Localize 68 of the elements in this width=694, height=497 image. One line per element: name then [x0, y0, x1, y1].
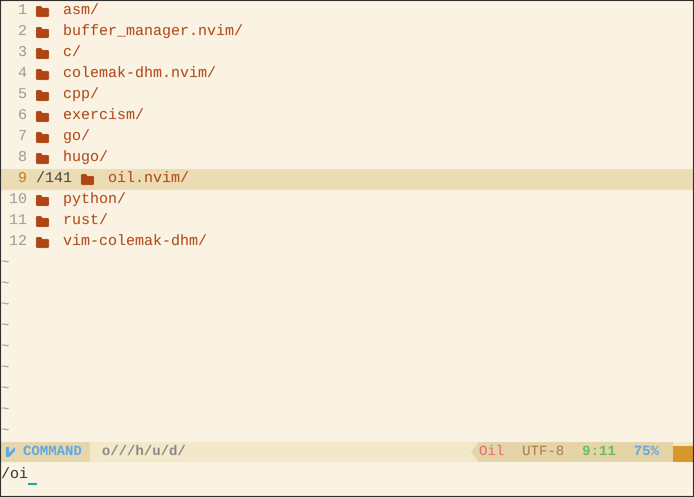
empty-line-marker: ~	[1, 422, 10, 441]
folder-name: vim-colemak-dhm/	[63, 232, 208, 252]
line-number: 8	[16, 148, 27, 168]
file-row[interactable]: 11 rust/	[1, 211, 693, 232]
line-number: 3	[16, 43, 27, 64]
empty-line-marker: ~	[1, 359, 10, 378]
file-row[interactable]: 7 go/	[1, 127, 693, 148]
folder-icon	[36, 153, 49, 164]
line-number: 7	[16, 127, 27, 148]
encoding-label: UTF-8	[522, 442, 564, 462]
file-row[interactable]: 4 colemak-dhm.nvim/	[1, 64, 693, 85]
folder-icon	[36, 69, 49, 80]
file-row[interactable]: 9 /141 oil.nvim/	[1, 169, 693, 190]
folder-name: colemak-dhm.nvim/	[63, 64, 216, 84]
empty-line-marker: ~	[1, 254, 10, 273]
line-number: 6	[16, 106, 27, 126]
empty-line-marker: ~	[1, 401, 10, 420]
folder-icon	[36, 216, 49, 227]
folder-name: c/	[63, 43, 82, 64]
folder-icon	[36, 237, 49, 248]
folder-icon	[36, 27, 49, 38]
empty-line-marker: ~	[1, 338, 10, 357]
line-number: 4	[16, 64, 27, 84]
folder-name: cpp/	[63, 85, 100, 106]
folder-name: buffer_manager.nvim/	[63, 22, 244, 42]
folder-icon	[36, 132, 49, 143]
file-row[interactable]: 10 python/	[1, 190, 693, 211]
line-number: 10	[8, 190, 27, 210]
folder-name: go/	[63, 127, 90, 148]
folder-icon	[36, 111, 49, 122]
command-input[interactable]: /oi	[1, 464, 28, 486]
line-number: 12	[8, 232, 27, 252]
folder-name: oil.nvim/	[108, 169, 190, 190]
file-row[interactable]: 6 exercism/	[1, 106, 693, 127]
check-icon	[5, 446, 17, 458]
scroll-indicator	[673, 446, 693, 462]
folder-name: rust/	[63, 211, 108, 232]
cursor-position: 9:11	[582, 442, 616, 462]
folder-icon	[36, 48, 49, 59]
empty-line-marker: ~	[1, 317, 10, 336]
file-row[interactable]: 2 buffer_manager.nvim/	[1, 22, 693, 43]
line-number: 1	[16, 1, 27, 22]
folder-icon	[36, 195, 49, 206]
line-number: 2	[16, 22, 27, 42]
folder-icon	[81, 174, 94, 185]
line-number: 9	[16, 169, 27, 190]
search-count: /141	[36, 169, 72, 190]
folder-name: asm/	[63, 1, 100, 22]
folder-name: python/	[63, 190, 126, 210]
file-row[interactable]: 5 cpp/	[1, 85, 693, 106]
file-row[interactable]: 3 c/	[1, 43, 693, 64]
folder-icon	[36, 90, 49, 101]
cursor	[28, 483, 38, 485]
empty-line-marker: ~	[1, 380, 10, 399]
file-path: o///h/u/d/	[102, 442, 186, 462]
file-row[interactable]: 1 asm/	[1, 1, 693, 22]
folder-name: exercism/	[63, 106, 144, 126]
folder-name: hugo/	[63, 148, 108, 168]
scroll-percentage: 75%	[634, 442, 659, 462]
file-row[interactable]: 8 hugo/	[1, 148, 693, 169]
line-number: 5	[16, 85, 27, 106]
filetype-label: Oil	[478, 442, 504, 462]
folder-icon	[36, 6, 49, 17]
mode-indicator: COMMAND	[1, 442, 90, 462]
file-row[interactable]: 12 vim-colemak-dhm/	[1, 232, 693, 253]
empty-line-marker: ~	[1, 275, 10, 294]
line-number: 11	[8, 211, 27, 232]
empty-line-marker: ~	[1, 296, 10, 315]
